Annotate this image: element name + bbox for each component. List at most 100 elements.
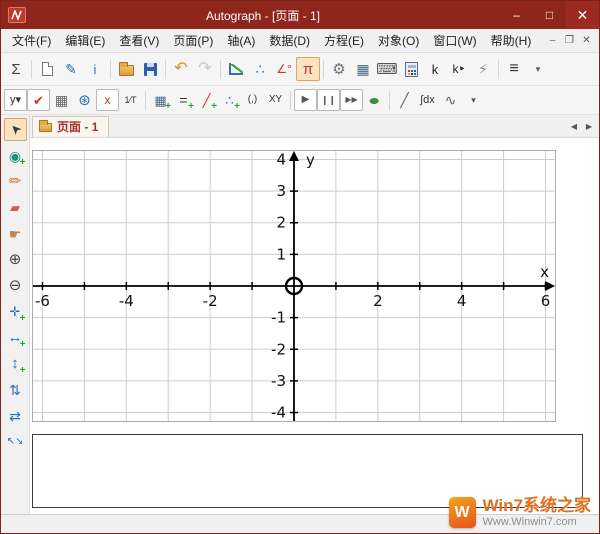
onscreen-keyboard-icon: ⌨	[376, 62, 398, 77]
menu-object[interactable]: 对象(O)	[371, 29, 426, 52]
zoom-in-y-tool[interactable]: ↕+	[4, 352, 27, 375]
toolbar-overflow-button[interactable]: ▾	[526, 57, 550, 81]
open-file-button[interactable]	[114, 57, 138, 81]
fast-forward-plot-button[interactable]: ▶▶	[340, 89, 363, 111]
tab-nav: ◀ ▶	[567, 118, 599, 134]
default-scales-button[interactable]: ▦	[50, 89, 73, 111]
toolbar-separator	[220, 60, 221, 79]
spider-wheel-button[interactable]: ⊛	[73, 89, 96, 111]
menu-view[interactable]: 查看(V)	[112, 29, 166, 52]
toolbar-separator	[290, 91, 291, 110]
title-bar[interactable]: Autograph - [页面 - 1] –□✕	[1, 1, 599, 29]
onscreen-keyboard-button[interactable]: ⌨	[375, 57, 399, 81]
tab-scroll-right-button[interactable]: ▶	[582, 118, 596, 134]
insert-coordinates-button[interactable]: (,)	[241, 89, 264, 111]
menu-window[interactable]: 窗口(W)	[426, 29, 483, 52]
menu-help[interactable]: 帮助(H)	[484, 29, 539, 52]
graph-area: -6-4-22464321-1-2-3-4xy	[32, 150, 583, 422]
toolbar2-overflow-button[interactable]: ▾	[462, 89, 485, 111]
side-toolbar: ➤ ◉+ ✏ ▰ ☛ ⊕ ⊖ ✛+ ↔+ ↕+ ⇅ ⇄ ↖↘	[1, 115, 30, 514]
toolbar-separator	[165, 60, 166, 79]
toolbar-separator	[389, 91, 390, 110]
menu-axes[interactable]: 轴(A)	[220, 29, 262, 52]
main-area: ➤ ◉+ ✏ ▰ ☛ ⊕ ⊖ ✛+ ↔+ ↕+ ⇅ ⇄ ↖↘ 页面 - 1 ◀ ▶ -6-4-22464…	[1, 115, 599, 514]
menu-edit[interactable]: 编辑(E)	[58, 29, 112, 52]
calculator-button[interactable]	[399, 57, 423, 81]
manage-equation-list-button[interactable]: ✔	[27, 89, 50, 111]
equation-entry-dropdown[interactable]: y▾	[4, 89, 27, 111]
plus-badge: +	[188, 102, 194, 112]
slow-plot-turtle-button[interactable]: ●	[363, 89, 386, 111]
menu-data[interactable]: 数据(D)	[262, 29, 317, 52]
degrees-mode-button[interactable]: ∠°	[272, 57, 296, 81]
toolbar-secondary: y▾✔▦⊛x1∕T ▦+=+╱+∴+(,)XY ▶❙❙▶▶● ╱ ∫dx∿▾	[1, 86, 599, 115]
stretch-y-tool[interactable]: ⇅	[4, 378, 27, 401]
menu-file[interactable]: 文件(F)	[5, 29, 58, 52]
zoom-in-xy-tool[interactable]: ✛+	[4, 300, 27, 323]
results-table-button[interactable]: ▦	[351, 57, 375, 81]
zoom-out-tool[interactable]: ⊖	[4, 274, 27, 297]
toolbar-overflow-icon: ▾	[536, 65, 541, 74]
radians-pi-mode-button[interactable]: π	[296, 57, 320, 81]
save-file-button[interactable]	[138, 57, 162, 81]
add-table-button[interactable]: ▦+	[149, 89, 172, 111]
integral-button[interactable]: ∫dx	[416, 89, 439, 111]
tab-scroll-left-button[interactable]: ◀	[567, 118, 581, 134]
child-close-button[interactable]: ✕	[578, 33, 595, 49]
child-minimize-button[interactable]: –	[544, 33, 561, 49]
edit-axes-button[interactable]	[224, 57, 248, 81]
new-page-edit-button[interactable]: ✎	[59, 57, 83, 81]
svg-text:-4: -4	[119, 292, 134, 310]
xy-attributes-button[interactable]: XY	[264, 89, 287, 111]
animate-constant-button[interactable]: k‣	[447, 57, 471, 81]
select-mode-icon: ➤	[7, 121, 24, 138]
svg-text:2: 2	[373, 292, 383, 310]
constant-controller-button[interactable]: k	[423, 57, 447, 81]
new-page-button[interactable]	[35, 57, 59, 81]
statistics-sigma-button[interactable]: Σ	[4, 57, 28, 81]
document-area: 页面 - 1 ◀ ▶ -6-4-22464321-1-2-3-4xy	[30, 115, 599, 514]
redo-icon: ↷	[198, 61, 211, 77]
drag-page-tool[interactable]: ☛	[4, 222, 27, 245]
zoom-in-tool[interactable]: ⊕	[4, 248, 27, 271]
select-mode-tool[interactable]: ➤	[4, 118, 27, 141]
autograph-app-icon	[8, 7, 26, 23]
maximize-button[interactable]: □	[533, 1, 566, 29]
page-settings-button[interactable]: ⚙	[327, 57, 351, 81]
menu-page[interactable]: 页面(P)	[166, 29, 220, 52]
svg-text:y: y	[306, 151, 315, 169]
add-gradient-line-button[interactable]: ╱+	[195, 89, 218, 111]
plot-statistics-button[interactable]: ∴	[248, 57, 272, 81]
derivative-curve-button[interactable]: ∿	[439, 89, 462, 111]
minimize-button[interactable]: –	[500, 1, 533, 29]
add-point-set-button[interactable]: ∴+	[218, 89, 241, 111]
scribble-tool[interactable]: ✏	[4, 170, 27, 193]
redo-button[interactable]: ↷	[193, 57, 217, 81]
undo-button[interactable]: ↶	[169, 57, 193, 81]
animate-constant-icon: k‣	[452, 63, 465, 75]
fast-plot-button[interactable]: ⚡	[471, 57, 495, 81]
graph-canvas[interactable]: -6-4-22464321-1-2-3-4xy	[32, 150, 556, 422]
page-info-button[interactable]: i	[83, 57, 107, 81]
zoom-in-x-tool[interactable]: ↔+	[4, 326, 27, 349]
insert-fraction-button[interactable]: 1∕T	[119, 89, 142, 111]
pause-plot-button[interactable]: ❙❙	[317, 89, 340, 111]
svg-text:-1: -1	[271, 309, 286, 327]
add-equation-button[interactable]: =+	[172, 89, 195, 111]
calculator-icon	[405, 62, 418, 77]
tab-page-1[interactable]: 页面 - 1	[32, 116, 109, 137]
child-restore-button[interactable]: ❐	[561, 33, 578, 49]
watermark-title: Win7系统之家	[483, 497, 591, 515]
rubber-tool[interactable]: ▰	[4, 196, 27, 219]
edit-axes-scales-button[interactable]: x	[96, 89, 119, 111]
close-button[interactable]: ✕	[566, 1, 599, 29]
plus-badge: +	[20, 340, 26, 350]
gradient-at-point-button[interactable]: ╱	[393, 89, 416, 111]
stretch-x-tool[interactable]: ⇄	[4, 404, 27, 427]
gradient-at-point-icon: ╱	[400, 93, 408, 107]
diagonal-zoom-tool[interactable]: ↖↘	[4, 430, 27, 453]
replay-plot-button[interactable]: ▶	[294, 89, 317, 111]
menu-equation[interactable]: 方程(E)	[317, 29, 371, 52]
keyboard-menu-button[interactable]: ≡	[502, 57, 526, 81]
point-mode-tool[interactable]: ◉+	[4, 144, 27, 167]
